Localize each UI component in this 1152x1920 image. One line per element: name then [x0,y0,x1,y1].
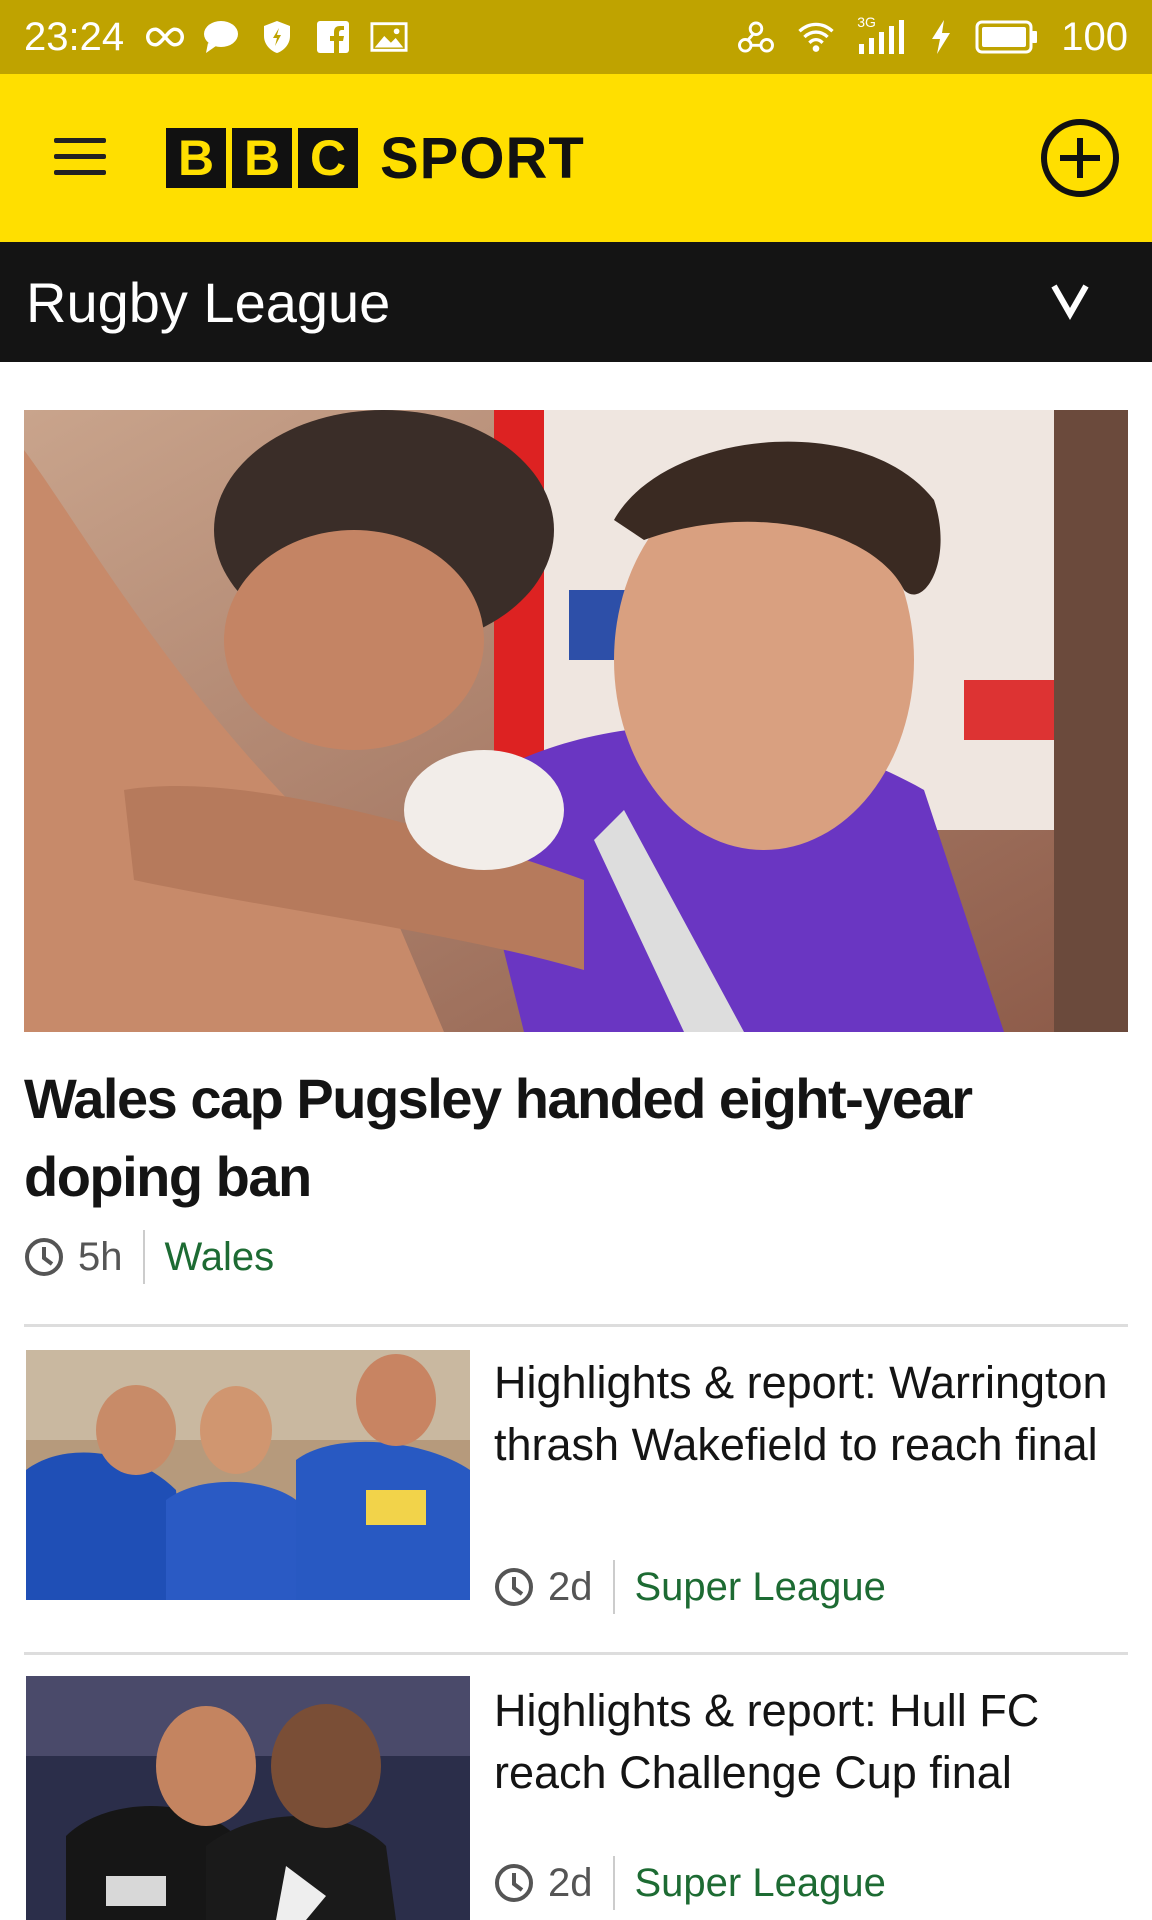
network-type-label: 3G [857,14,876,30]
status-time: 23:24 [24,14,125,59]
chevron-down-icon[interactable] [1048,278,1092,322]
notification-icons [146,18,408,56]
story-section-link[interactable]: Wales [165,1235,275,1280]
logo-letter-b2: B [232,128,292,188]
menu-bar [54,138,106,143]
infinity-icon [146,18,185,56]
plus-circle-icon [1041,119,1119,197]
facebook-icon [314,18,352,56]
status-bar: 23:24 3G 100 [0,0,1152,74]
hero-story-title[interactable]: Wales cap Pugsley handed eight-year dopi… [24,1060,1124,1216]
story-thumbnail[interactable] [26,1350,470,1600]
link-icon [737,18,775,56]
system-status: 3G 100 [737,14,1128,60]
story-title[interactable]: Highlights & report: Warrington thrash W… [494,1352,1124,1476]
app-header: B B C SPORT [0,74,1152,242]
battery-percent: 100 [1061,14,1128,59]
story-time: 2d [548,1564,593,1609]
menu-bar [54,154,106,159]
story-section-link[interactable]: Super League [635,1861,886,1906]
meta-divider [612,1560,615,1614]
meta-divider [142,1230,145,1284]
wifi-icon [797,18,835,56]
story-divider [24,1652,1128,1655]
chat-bubble-icon [202,18,240,56]
bbc-sport-logo[interactable]: B B C SPORT [166,125,585,191]
hero-story-image[interactable] [24,410,1128,1032]
story-time: 2d [548,1860,593,1905]
story-title[interactable]: Highlights & report: Hull FC reach Chall… [494,1680,1124,1804]
menu-bar [54,170,106,175]
bbc-logo-blocks: B B C [166,128,358,188]
logo-sport-word: SPORT [380,125,585,191]
clock-icon [25,1238,63,1276]
menu-button[interactable] [48,130,112,186]
clock-icon [495,1864,533,1902]
image-icon [370,18,408,56]
shield-icon [258,18,296,56]
story-meta: 2d Super League [494,1560,886,1614]
logo-letter-b1: B [166,128,226,188]
hero-story-meta: 5h Wales [24,1230,274,1284]
add-topic-button[interactable] [1040,118,1120,198]
logo-letter-c: C [298,128,358,188]
story-time: 5h [78,1234,123,1279]
signal-icon: 3G [857,14,907,56]
meta-divider [612,1856,615,1910]
story-meta: 2d Super League [494,1856,886,1910]
charging-icon [929,18,953,56]
clock-icon [495,1568,533,1606]
story-divider [24,1324,1128,1327]
section-title: Rugby League [26,271,391,334]
story-section-link[interactable]: Super League [635,1565,886,1610]
section-selector[interactable]: Rugby League [0,242,1152,362]
story-thumbnail[interactable] [26,1676,470,1920]
battery-icon [975,18,1039,56]
